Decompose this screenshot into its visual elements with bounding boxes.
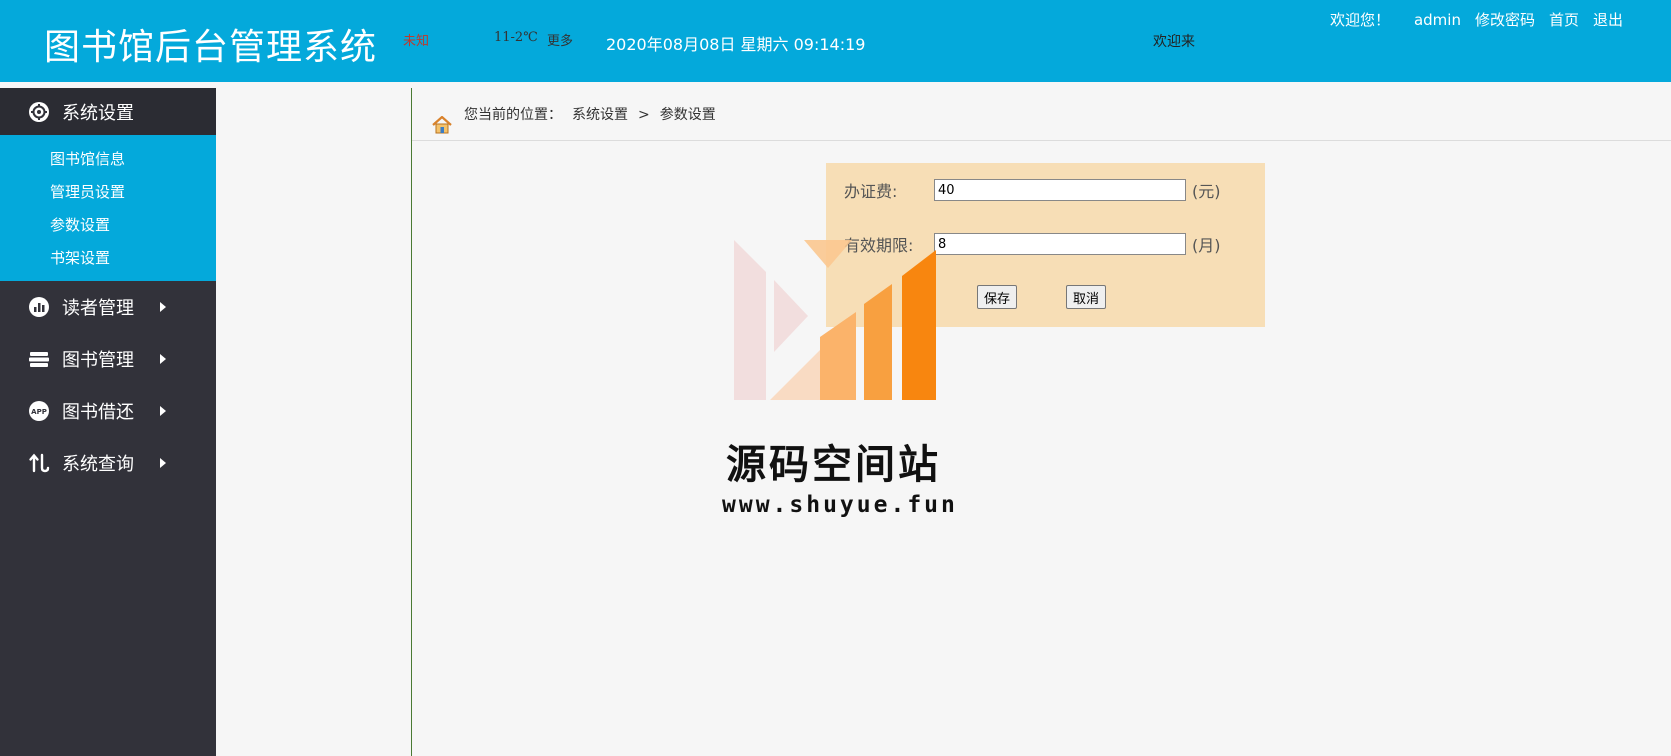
breadcrumb-prefix: 您当前的位置：: [464, 107, 562, 123]
username: admin: [1413, 11, 1461, 29]
welcome-marquee: 欢迎来: [1153, 34, 1195, 50]
gear-icon: [28, 101, 50, 123]
breadcrumb-separator: >: [638, 107, 650, 123]
content-divider: [411, 88, 412, 756]
caret-right-icon: [160, 354, 166, 364]
sidebar-item-label: 系统查询: [62, 454, 134, 475]
sidebar-item-book-management[interactable]: 图书管理: [0, 333, 216, 385]
books-icon: [28, 348, 50, 370]
weather-city: 未知: [403, 34, 430, 49]
breadcrumb-bar: 您当前的位置： 系统设置 > 参数设置: [412, 88, 1671, 141]
weather-more-link[interactable]: 更多: [547, 30, 573, 49]
home-icon: [432, 115, 452, 138]
breadcrumb-level1[interactable]: 系统设置: [572, 107, 628, 123]
caret-right-icon: [160, 406, 166, 416]
sidebar-item-label: 图书借还: [62, 402, 134, 423]
logout-link[interactable]: 退出: [1593, 11, 1623, 29]
swap-icon: [28, 452, 50, 474]
watermark-logo-icon: [734, 240, 936, 400]
sidebar-item-system-query[interactable]: 系统查询: [0, 437, 216, 489]
breadcrumb: 您当前的位置： 系统设置 > 参数设置: [464, 104, 726, 124]
submenu-parameter-settings[interactable]: 参数设置: [0, 209, 216, 242]
user-links: 欢迎您！ admin 修改密码 首页 退出: [1330, 9, 1623, 30]
sidebar-item-label: 系统设置: [62, 102, 134, 124]
system-title: 图书馆后台管理系统: [44, 27, 378, 68]
caret-right-icon: [160, 458, 166, 468]
submenu-admin-settings[interactable]: 管理员设置: [0, 176, 216, 209]
submenu-library-info[interactable]: 图书馆信息: [0, 143, 216, 176]
weather-temperature: 11-2℃: [494, 30, 538, 45]
validity-input[interactable]: [934, 233, 1186, 255]
app-icon: APP: [28, 400, 50, 422]
watermark-url: www.shuyue.fun: [722, 492, 958, 518]
watermark-title: 源码空间站: [726, 442, 941, 488]
sidebar-item-label: 图书管理: [62, 350, 134, 371]
fee-input[interactable]: [934, 179, 1186, 201]
validity-unit: (月): [1192, 236, 1221, 255]
welcome-text: 欢迎您！: [1329, 11, 1390, 29]
sidebar-item-system-settings[interactable]: 系统设置: [0, 88, 216, 135]
system-settings-submenu: 图书馆信息 管理员设置 参数设置 书架设置: [0, 135, 216, 281]
fee-row: 办证费: (元): [844, 178, 1221, 202]
chart-icon: [28, 296, 50, 318]
breadcrumb-level2: 参数设置: [659, 107, 716, 123]
top-header: 图书馆后台管理系统 未知 11-2℃ 更多 2020年08月08日 星期六 09…: [0, 0, 1671, 82]
sidebar: 系统设置 图书馆信息 管理员设置 参数设置 书架设置 读者管理 图书管理 APP…: [0, 88, 216, 756]
save-button[interactable]: 保存: [977, 285, 1018, 309]
sidebar-item-borrow-return[interactable]: APP 图书借还: [0, 385, 216, 437]
sidebar-item-reader-management[interactable]: 读者管理: [0, 281, 216, 333]
cancel-button[interactable]: 取消: [1066, 285, 1107, 309]
fee-label: 办证费:: [844, 182, 898, 201]
current-datetime: 2020年08月08日 星期六 09:14:19: [606, 35, 866, 54]
submenu-bookshelf-settings[interactable]: 书架设置: [0, 242, 216, 275]
change-password-link[interactable]: 修改密码: [1475, 11, 1535, 29]
home-link[interactable]: 首页: [1549, 11, 1579, 29]
svg-text:APP: APP: [31, 408, 47, 416]
fee-unit: (元): [1192, 182, 1221, 201]
sidebar-item-label: 读者管理: [62, 298, 134, 319]
caret-right-icon: [160, 302, 166, 312]
